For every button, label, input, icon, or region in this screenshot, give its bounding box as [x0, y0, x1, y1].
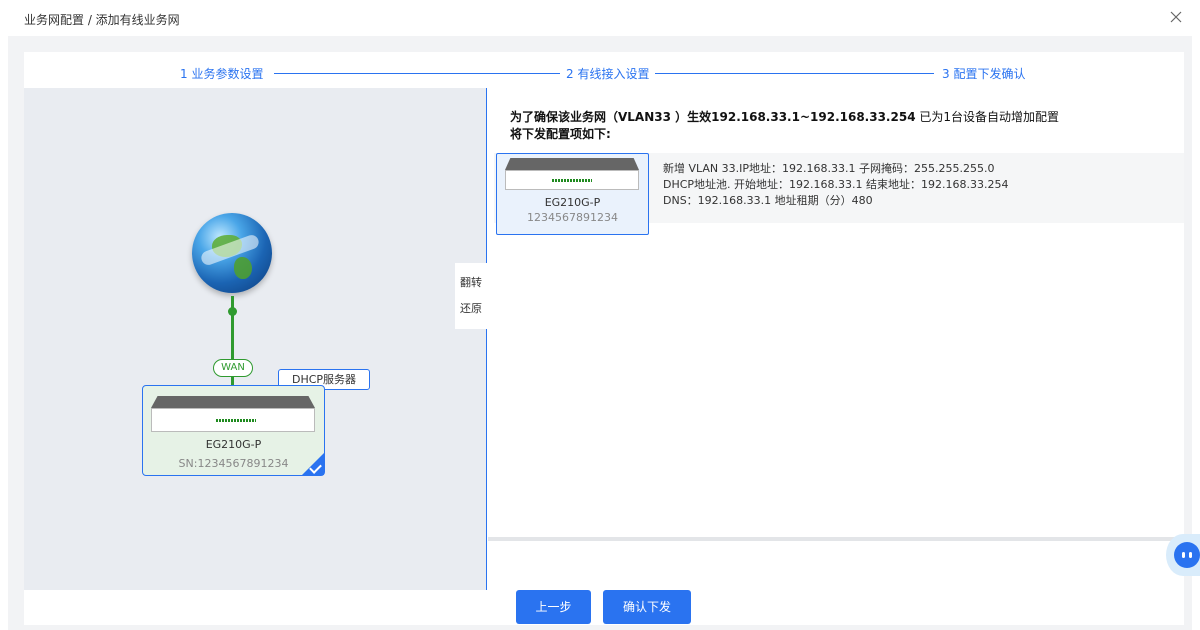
step-connector — [654, 73, 934, 74]
prev-step-button[interactable]: 上一步 — [516, 590, 591, 624]
router-icon — [151, 396, 315, 408]
step-connector — [274, 73, 564, 74]
gateway-device-card[interactable]: EG210G-P SN:1234567891234 — [142, 385, 325, 476]
dialog-header: 业务网配置 / 添加有线业务网 — [0, 0, 1200, 36]
wan-port-label: WAN — [213, 359, 253, 377]
config-details: 新增 VLAN 33.IP地址：192.168.33.1 子网掩码：255.25… — [663, 161, 1009, 209]
breadcrumb: 业务网配置 / 添加有线业务网 — [24, 13, 180, 27]
config-device-sn: 1234567891234 — [527, 211, 618, 224]
flip-button[interactable]: 翻转 — [455, 273, 487, 299]
device-model: EG210G-P — [205, 438, 262, 451]
topology-panel — [24, 88, 487, 590]
horizontal-scrollbar[interactable] — [488, 537, 1184, 541]
assistant-robot-icon[interactable] — [1166, 534, 1200, 576]
close-icon[interactable] — [1168, 9, 1184, 25]
topology-tools: 翻转 还原 — [455, 263, 487, 329]
config-title-rest: 已为1台设备自动增加配置 — [915, 110, 1059, 124]
router-icon — [505, 158, 639, 170]
config-device-card[interactable]: EG210G-P 1234567891234 — [496, 153, 649, 235]
config-line: DNS：192.168.33.1 地址租期（分）480 — [663, 194, 873, 207]
config-line: DHCP地址池. 开始地址：192.168.33.1 结束地址：192.168.… — [663, 178, 1009, 191]
router-body — [151, 408, 315, 432]
internet-globe-icon — [192, 213, 272, 293]
step-2: 2 有线接入设置 — [560, 65, 656, 82]
config-summary: 为了确保该业务网（VLAN33 ）生效192.168.33.1~192.168.… — [510, 109, 1059, 143]
router-body — [505, 170, 639, 190]
step-1: 1 业务参数设置 — [180, 65, 264, 82]
config-device-model: EG210G-P — [544, 196, 601, 209]
step-progress: 1 业务参数设置 2 有线接入设置 3 配置下发确认 — [24, 62, 1184, 84]
restore-button[interactable]: 还原 — [455, 299, 487, 325]
link-dot — [228, 307, 237, 316]
confirm-deploy-button[interactable]: 确认下发 — [603, 590, 691, 624]
config-line: 新增 VLAN 33.IP地址：192.168.33.1 子网掩码：255.25… — [663, 162, 995, 175]
config-title-bold: 为了确保该业务网（VLAN33 ）生效192.168.33.1~192.168.… — [510, 110, 916, 124]
step-3: 3 配置下发确认 — [936, 65, 1032, 82]
config-subtitle: 将下发配置项如下: — [510, 127, 611, 141]
device-sn: SN:1234567891234 — [178, 457, 289, 470]
